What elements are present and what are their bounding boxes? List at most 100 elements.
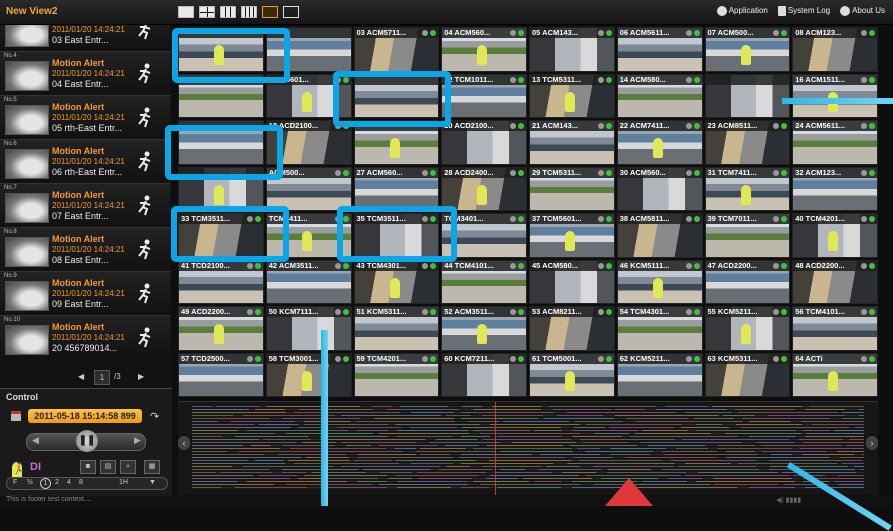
camera-tile[interactable]: 16 ACM1511... [792, 73, 878, 118]
camera-tile[interactable]: 04 ACM560... [441, 27, 527, 72]
current-page[interactable]: 1 [94, 370, 110, 385]
alert-item[interactable]: No.4 Motion Alert 2011/01/20 14:24:21 04 Ea… [0, 51, 170, 94]
camera-tile[interactable]: 43 TCM4301... [353, 259, 440, 304]
layout-custom-icon[interactable] [262, 6, 278, 18]
alert-item[interactable]: Motion Alert2011/01/20 14:24:2103 East E… [0, 25, 170, 50]
alert-thumbnail[interactable] [5, 193, 49, 223]
forward-icon[interactable]: ▶ [134, 435, 141, 446]
camera-tile[interactable]: 44 TCM4101... [441, 259, 527, 304]
camera-tile[interactable]: 52 ACM3511... [441, 306, 527, 351]
camera-tile[interactable]: 59 TCM4201... [353, 352, 440, 397]
next-page-button[interactable]: ▶ [138, 372, 144, 381]
speed-option[interactable]: 4 [67, 479, 71, 486]
camera-tile[interactable]: 45 ACM580... [529, 259, 615, 304]
speed-option[interactable]: F [13, 479, 17, 486]
prev-page-button[interactable]: ◀ [78, 372, 84, 381]
alert-thumbnail[interactable] [5, 105, 49, 135]
layout-1x1-icon[interactable] [178, 6, 194, 18]
camera-tile[interactable]: 20 ACD2100... [441, 120, 527, 165]
export-icon[interactable]: ▤ [100, 460, 116, 474]
rewind-icon[interactable]: ◀ [32, 435, 39, 446]
alert-thumbnail[interactable] [5, 281, 49, 311]
camera-tile[interactable]: 23 ACM8511... [704, 120, 791, 165]
camera-tile[interactable]: 40 TCM4201... [792, 213, 878, 258]
camera-tile[interactable]: 21 ACM143... [529, 120, 615, 165]
camera-tile[interactable]: 03 ACM5711... [353, 27, 440, 72]
camera-tile[interactable]: 41 TCD2100... [178, 259, 264, 304]
camera-tile[interactable]: 51 KCM5311... [353, 306, 440, 351]
camera-tile[interactable]: 53 ACM8211... [529, 306, 615, 351]
camera-tile[interactable]: 27 ACM560... [353, 166, 440, 211]
alert-item[interactable]: No.9 Motion Alert 2011/01/20 14:24:21 09 Ea… [0, 271, 170, 314]
camera-tile[interactable]: 63 KCM5311... [704, 352, 791, 397]
camera-tile[interactable]: 32 ACM123... [792, 166, 878, 211]
popout-window-icon[interactable] [283, 6, 299, 18]
camera-tile[interactable]: 56 TCM4101... [792, 306, 878, 351]
pause-button[interactable]: ❚❚ [76, 430, 98, 452]
camera-tile[interactable]: 05 ACM143... [529, 27, 615, 72]
about-us-link[interactable]: About Us [840, 6, 885, 16]
camera-tile[interactable]: 48 ACD2200... [792, 259, 878, 304]
camera-tile[interactable]: 13 TCM5311... [529, 73, 615, 118]
alert-thumbnail[interactable] [5, 325, 49, 355]
camera-tile[interactable]: 47 ACD2200... [704, 259, 791, 304]
alert-item[interactable]: No.10 Motion Alert 2011/01/20 14:24:21 20 4… [0, 315, 170, 358]
camera-tile[interactable]: 58 TCM3001... [265, 352, 352, 397]
camera-tile[interactable]: 24 ACM5611... [792, 120, 878, 165]
alert-thumbnail[interactable] [5, 237, 49, 267]
camera-tile[interactable]: 49 ACD2200... [178, 306, 264, 351]
application-link[interactable]: Application [716, 6, 768, 16]
layout-4x4-icon[interactable] [241, 6, 257, 18]
timeline-tracks[interactable] [192, 406, 864, 490]
camera-tile[interactable]: 57 TCD2500... [178, 352, 264, 397]
camera-tile[interactable]: 50 KCM7111... [265, 306, 352, 351]
refresh-icon[interactable]: ↷ [150, 410, 159, 423]
timeline-prev-button[interactable]: ‹ [178, 436, 190, 450]
camera-tile[interactable]: 39 TCM7011... [704, 213, 791, 258]
camera-tile[interactable] [704, 73, 791, 118]
alert-thumbnail[interactable] [5, 149, 49, 179]
camera-tile[interactable]: 30 ACM560... [616, 166, 703, 211]
datetime-field[interactable]: 2011-05-18 15:14:58 899 [28, 409, 142, 423]
camera-tile[interactable]: 22 ACM7411... [616, 120, 703, 165]
camera-tile[interactable]: 62 KCM5211... [616, 352, 703, 397]
layout-2x2-icon[interactable] [199, 6, 215, 18]
camera-tile[interactable]: 54 TCM4301... [616, 306, 703, 351]
speed-option[interactable]: 1H [119, 479, 128, 486]
camera-tile[interactable]: 28 ACD2400... [441, 166, 527, 211]
camera-tile[interactable]: 14 ACM580... [616, 73, 703, 118]
alert-item[interactable]: No.8 Motion Alert 2011/01/20 14:24:21 08 Ea… [0, 227, 170, 270]
volume-control[interactable]: ◀) ▮▮▮▮ [776, 496, 801, 504]
alert-item[interactable]: No.6 Motion Alert 2011/01/20 14:24:21 06 rt… [0, 139, 170, 182]
camera-tile[interactable]: 07 ACM500... [704, 27, 791, 72]
settings-icon[interactable]: ▦ [144, 460, 160, 474]
camera-tile[interactable]: 60 KCM7211... [441, 352, 527, 397]
camera-tile[interactable]: 31 TCM7411... [704, 166, 791, 211]
camera-tile[interactable]: 29 TCM5311... [529, 166, 615, 211]
alert-item[interactable]: No.5 Motion Alert 2011/01/20 14:24:21 05 rt… [0, 95, 170, 138]
speed-selector[interactable]: F ½ 1 2 4 8 1H ▼ [6, 477, 168, 490]
speed-option[interactable]: 2 [55, 479, 59, 486]
camera-tile[interactable]: 08 ACM123... [792, 27, 878, 72]
calendar-icon[interactable] [11, 411, 21, 421]
camera-tile[interactable]: 61 TCM5001... [529, 352, 615, 397]
camera-tile[interactable]: 12 TCM1011... [441, 73, 527, 118]
search-icon[interactable]: ⌕ [120, 460, 136, 474]
camera-tile[interactable]: 06 ACM5611... [616, 27, 703, 72]
speed-option-selected[interactable]: 1 [40, 478, 51, 489]
system-log-link[interactable]: System Log [777, 6, 830, 16]
timeline-next-button[interactable]: › [866, 436, 878, 450]
camera-tile[interactable]: 38 ACM5811... [616, 213, 703, 258]
layout-3x3-icon[interactable] [220, 6, 236, 18]
camera-tile[interactable]: 46 KCM5111... [616, 259, 703, 304]
speed-dropdown-icon[interactable]: ▼ [149, 479, 156, 486]
di-toggle[interactable]: DI [30, 461, 41, 473]
alert-thumbnail[interactable] [5, 25, 49, 47]
alert-thumbnail[interactable] [5, 61, 49, 91]
snapshot-icon[interactable]: ◙ [80, 460, 96, 474]
speed-option[interactable]: ½ [27, 479, 33, 486]
camera-tile[interactable]: 55 KCM5211... [704, 306, 791, 351]
camera-tile[interactable]: 42 ACM3511... [265, 259, 352, 304]
camera-tile[interactable]: 37 TCM5601... [529, 213, 615, 258]
speed-option[interactable]: 8 [79, 479, 83, 486]
